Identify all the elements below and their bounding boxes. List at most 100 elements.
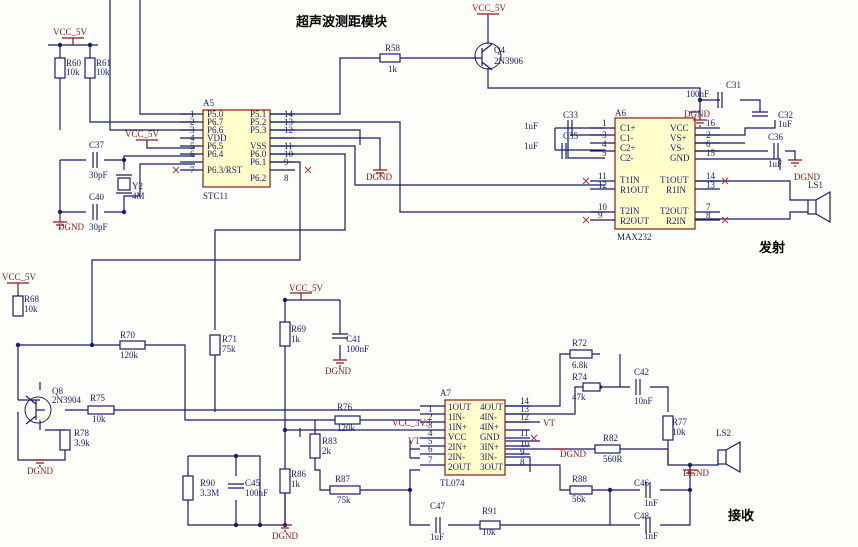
c47-val: 1uF xyxy=(430,532,444,542)
vcc5-label: VCC_5V xyxy=(472,3,507,13)
vt-label: VT xyxy=(408,436,420,446)
c40-plates xyxy=(92,204,98,220)
r75-body xyxy=(87,405,115,415)
r70-val: 120k xyxy=(120,350,139,360)
c46-ref: C46 xyxy=(634,478,650,488)
svg-text:4OUT: 4OUT xyxy=(480,402,503,412)
svg-text:4IN+: 4IN+ xyxy=(480,422,499,432)
r83-val: 2k xyxy=(322,446,332,456)
r86-body xyxy=(279,468,291,494)
svg-text:13: 13 xyxy=(706,180,716,190)
a7-left-pins: 1 1OUT 2 1IN- 3 1IN+ 4 VCC 52IN+ 62IN- 72OUT xyxy=(428,402,471,472)
r83-ref: R83 xyxy=(322,436,338,446)
r88-val: 56k xyxy=(572,494,586,504)
svg-text:3OUT: 3OUT xyxy=(480,462,503,472)
c33-val: 1uF xyxy=(524,121,538,131)
r74-val: 47k xyxy=(572,392,586,402)
a5-part: STC11 xyxy=(203,191,228,201)
svg-text:P6.4: P6.4 xyxy=(207,149,224,159)
a7-ref: A7 xyxy=(440,388,451,398)
svg-text:R2OUT: R2OUT xyxy=(620,216,650,226)
schematic-canvas: 超声波测距模块 发射 接收 VCC_5V VCC_5V VCC_5V VCC_5… xyxy=(2,0,831,542)
ls1-speaker xyxy=(807,190,831,224)
r72-body xyxy=(569,349,593,359)
c31-val: 100nF xyxy=(686,89,709,99)
r60-body xyxy=(54,57,66,79)
svg-text:2OUT: 2OUT xyxy=(448,462,471,472)
r74-ref: R74 xyxy=(572,372,588,382)
c33-ref: C33 xyxy=(563,110,579,120)
c35-val: 1uF xyxy=(524,141,538,151)
svg-text:R2IN: R2IN xyxy=(666,216,687,226)
r88-body xyxy=(569,485,593,495)
svg-text:8: 8 xyxy=(520,457,525,467)
svg-text:15: 15 xyxy=(706,148,716,158)
ls1-ref: LS1 xyxy=(808,180,823,190)
vcc5-label: VCC_5V xyxy=(289,283,324,293)
c32-val: 1uF xyxy=(778,119,792,129)
svg-text:1IN+: 1IN+ xyxy=(448,422,467,432)
r86-ref: R86 xyxy=(291,469,307,479)
r78-ref: R78 xyxy=(74,428,90,438)
svg-text:P5.3: P5.3 xyxy=(250,125,267,135)
q8-val: 2N3904 xyxy=(52,395,81,405)
svg-text:2IN+: 2IN+ xyxy=(448,442,467,452)
dgnd-label: DGND xyxy=(27,466,53,476)
dgnd-label: DGND xyxy=(366,172,392,182)
dgnd-label: DGND xyxy=(683,468,709,478)
svg-text:C1-: C1- xyxy=(620,133,634,143)
c47-ref: C47 xyxy=(430,501,446,511)
r58-body xyxy=(379,53,401,63)
wires xyxy=(17,0,808,526)
svg-text:T2OUT: T2OUT xyxy=(660,206,689,216)
svg-text:C2-: C2- xyxy=(620,153,634,163)
r76-val: 120k xyxy=(337,423,356,433)
svg-text:VS+: VS+ xyxy=(670,133,687,143)
r76-ref: R76 xyxy=(337,402,353,412)
c37-val: 30pF xyxy=(89,170,108,180)
c41-val: 100nF xyxy=(346,344,369,354)
title-module: 超声波测距模块 xyxy=(296,14,388,30)
svg-text:9: 9 xyxy=(598,210,603,220)
svg-text:R1IN: R1IN xyxy=(666,185,687,195)
r71-val: 75k xyxy=(222,344,236,354)
c35-plates xyxy=(561,143,567,159)
r86-val: 1k xyxy=(291,479,301,489)
dgnd-label: DGND xyxy=(325,366,351,376)
svg-text:9: 9 xyxy=(284,157,289,167)
c36-plates xyxy=(773,143,779,159)
r68-ref: R68 xyxy=(24,294,40,304)
svg-text:1OUT: 1OUT xyxy=(448,402,471,412)
vcc5-label: VCC_5V xyxy=(125,129,160,139)
r75-ref: R75 xyxy=(90,393,106,403)
vt-label: VT xyxy=(543,418,555,428)
r72-val: 6.8k xyxy=(572,360,588,370)
svg-text:9: 9 xyxy=(520,447,525,457)
svg-text:7: 7 xyxy=(428,455,433,465)
vcc5-label: VCC_5V xyxy=(2,272,37,282)
r70-ref: R70 xyxy=(120,330,136,340)
dgnd-label: DGND xyxy=(560,449,586,459)
r72-ref: R72 xyxy=(572,338,587,348)
r70-body xyxy=(119,340,146,350)
a6-ref: A6 xyxy=(615,108,626,118)
power-symbols xyxy=(7,13,802,532)
vcc5-label: VCC_5V xyxy=(53,27,88,37)
svg-text:C1+: C1+ xyxy=(620,123,636,133)
c48-val: 1nF xyxy=(644,531,658,541)
svg-text:P6.1: P6.1 xyxy=(250,157,266,167)
svg-text:VCC: VCC xyxy=(448,432,467,442)
r77-ref: R77 xyxy=(672,417,688,427)
r69-body xyxy=(279,321,291,347)
c35-ref: C35 xyxy=(563,131,579,141)
c45-plates xyxy=(228,483,244,489)
svg-text:T2IN: T2IN xyxy=(620,206,640,216)
svg-text:16: 16 xyxy=(706,118,716,128)
r91-val: 10k xyxy=(482,527,496,537)
svg-text:4IN-: 4IN- xyxy=(480,412,497,422)
c32-plates xyxy=(752,111,768,117)
svg-text:1IN-: 1IN- xyxy=(448,412,465,422)
svg-text:T1OUT: T1OUT xyxy=(660,175,689,185)
crystal-y2 xyxy=(116,174,132,194)
r82-ref: R82 xyxy=(603,433,618,443)
